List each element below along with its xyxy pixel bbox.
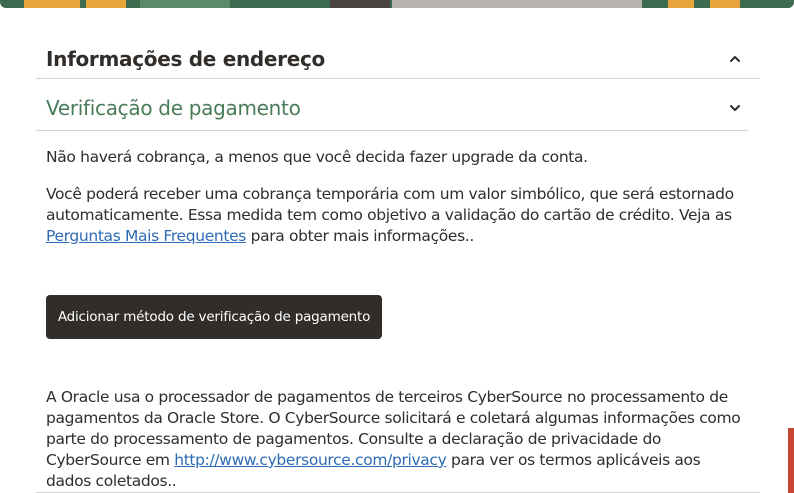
address-info-header[interactable]: Informações de endereço (36, 40, 760, 78)
processor-text: A Oracle usa o processador de pagamentos… (46, 387, 746, 492)
decorative-banner (0, 0, 794, 8)
more-info-text: para obter mais informações.. (250, 227, 475, 245)
payment-divider (36, 130, 748, 131)
temporary-charge-text: Você poderá receber uma cobrança temporá… (46, 184, 746, 247)
temporary-charge-text-body: Você poderá receber uma cobrança temporá… (46, 185, 734, 224)
chevron-up-icon[interactable] (728, 52, 742, 66)
add-payment-verification-button[interactable]: Adicionar método de verificação de pagam… (46, 295, 382, 339)
faq-link[interactable]: Perguntas Mais Frequentes (46, 227, 246, 245)
address-divider (36, 78, 760, 79)
feedback-side-tab[interactable] (788, 428, 794, 493)
chevron-down-icon[interactable] (728, 101, 742, 115)
payment-verification-header[interactable]: Verificação de pagamento (36, 88, 760, 128)
no-charge-text: Não haverá cobrança, a menos que você de… (46, 148, 588, 166)
payment-verification-title: Verificação de pagamento (46, 96, 301, 120)
cybersource-privacy-link[interactable]: http://www.cybersource.com/privacy (174, 451, 447, 469)
address-info-title: Informações de endereço (46, 47, 325, 71)
